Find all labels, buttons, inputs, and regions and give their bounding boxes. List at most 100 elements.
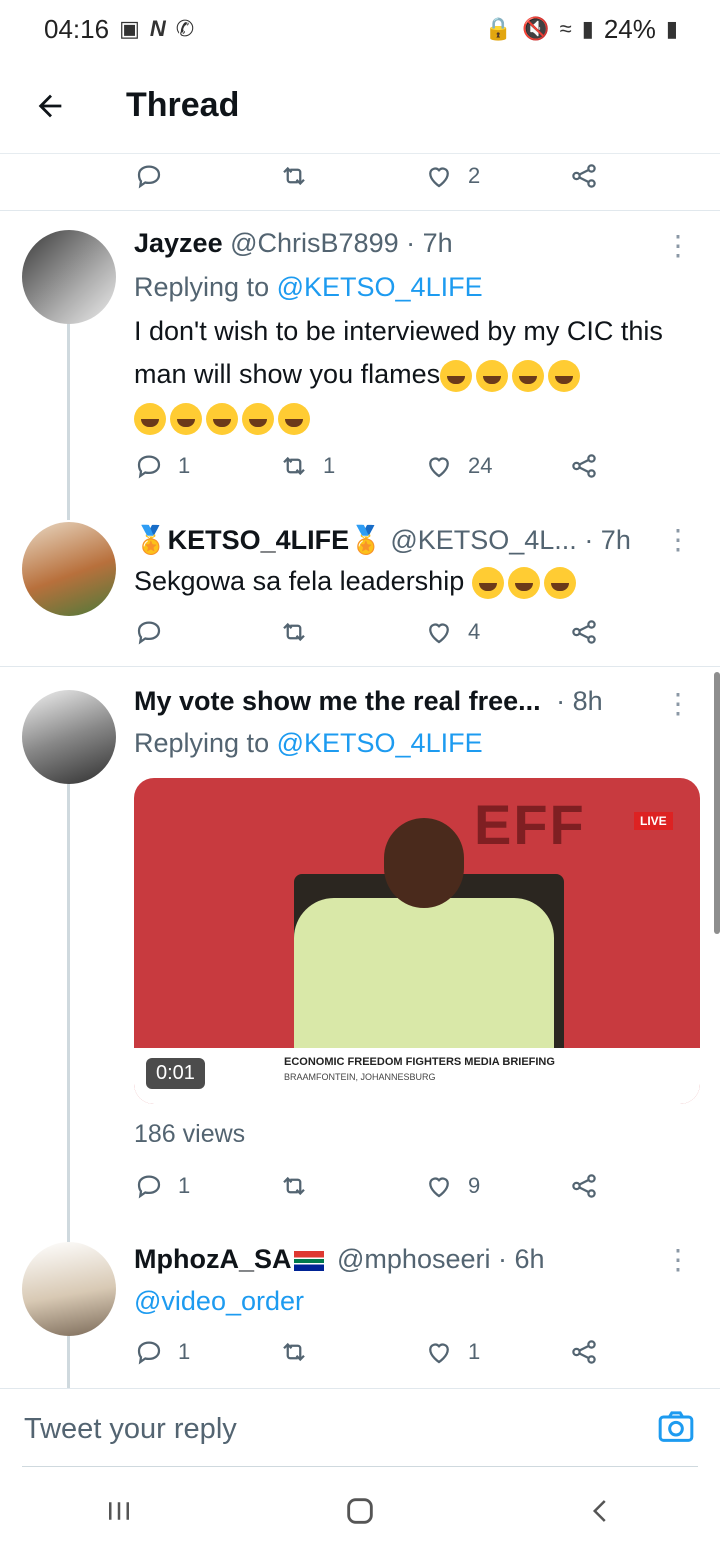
retweet-button[interactable] [279, 161, 424, 191]
tweet-actions: 4 [134, 610, 634, 654]
share-button[interactable] [569, 1171, 599, 1201]
replying-label: Replying to [134, 272, 270, 302]
tweet-header: Jayzee @ChrisB7899 · 7h [134, 228, 453, 259]
more-options-icon[interactable]: ⋮ [664, 232, 692, 260]
avatar[interactable] [22, 230, 116, 324]
retweet-button[interactable] [279, 1337, 424, 1367]
display-name[interactable]: MphozA_SA [134, 1244, 292, 1274]
reply-icon [137, 621, 161, 645]
like-button[interactable]: 9 [424, 1171, 569, 1201]
tweet-body: Sekgowa sa fela leadership [134, 566, 465, 596]
gallery-icon: ▣ [119, 16, 140, 41]
banner-subtitle: BRAAMFONTEIN, JOHANNESBURG [284, 1072, 436, 1082]
south-africa-flag-icon [293, 1250, 324, 1271]
replying-to: Replying to @KETSO_4LIFE [134, 272, 483, 303]
thread-line [67, 322, 70, 520]
recent-apps-icon[interactable] [104, 1496, 134, 1535]
more-options-icon[interactable]: ⋮ [664, 526, 692, 554]
heart-icon [429, 457, 449, 478]
share-icon [572, 164, 596, 188]
battery-icon: ▮ [665, 16, 678, 41]
laughing-emoji-icon [440, 359, 473, 392]
back-arrow-icon[interactable] [20, 76, 80, 136]
like-button[interactable]: 24 [424, 451, 569, 481]
more-options-icon[interactable]: ⋮ [664, 690, 692, 718]
smile-emoji-icon [242, 402, 274, 435]
reply-icon [137, 165, 161, 189]
handle[interactable]: @ChrisB7899 [230, 228, 399, 258]
reply-input[interactable]: Tweet your reply [24, 1413, 237, 1446]
top-app-bar: Thread [0, 58, 720, 154]
home-icon[interactable] [343, 1494, 377, 1537]
mention-link[interactable]: @video_order [134, 1286, 304, 1316]
display-name[interactable]: Jayzee [134, 228, 223, 258]
reply-icon [137, 1175, 161, 1199]
retweet-button[interactable] [279, 617, 424, 647]
signal-icon: ▮ [581, 16, 594, 41]
like-button[interactable]: 4 [424, 617, 569, 647]
share-button[interactable] [569, 1337, 599, 1367]
avatar[interactable] [22, 522, 116, 616]
retweet-icon [283, 166, 305, 186]
handle[interactable]: @mphoseeri [337, 1244, 490, 1274]
whatsapp-icon: ✆ [175, 16, 195, 41]
replying-to: Replying to @KETSO_4LIFE [134, 728, 483, 759]
lock-icon: 🔒 [484, 16, 513, 41]
retweet-count: 1 [323, 453, 336, 478]
video-player[interactable]: EFF LIVE ECONOMIC FREEDOM FIGHTERS MEDIA… [134, 778, 700, 1104]
avatar[interactable] [22, 1242, 116, 1336]
reply-button[interactable]: 1 [134, 1337, 279, 1367]
rofl-emoji-icon [543, 566, 576, 599]
reply-icon [137, 1341, 161, 1365]
wifi-icon: ≈ [559, 16, 572, 41]
tweet-actions: 2 [134, 154, 634, 198]
more-options-icon[interactable]: ⋮ [664, 1246, 692, 1274]
medal-icon: 🏅 [134, 525, 168, 555]
display-name[interactable]: My vote show me the real free... [134, 686, 541, 716]
live-badge: LIVE [634, 812, 673, 830]
view-count: 186 views [134, 1120, 246, 1148]
camera-icon[interactable] [656, 1407, 696, 1452]
reply-underline [22, 1466, 698, 1467]
like-count: 24 [468, 453, 493, 478]
share-button[interactable] [569, 451, 599, 481]
retweet-button[interactable]: 1 [279, 451, 424, 481]
share-button[interactable] [569, 617, 599, 647]
smile-emoji-icon [206, 402, 238, 435]
sweat-smile-emoji-icon [134, 402, 166, 435]
share-button[interactable] [569, 161, 599, 191]
heart-icon [429, 167, 449, 188]
timestamp: · 8h [556, 686, 603, 716]
tweet-actions: 1 9 [134, 1164, 634, 1208]
rofl-emoji-icon [471, 566, 504, 599]
reply-button[interactable] [134, 161, 279, 191]
avatar[interactable] [22, 690, 116, 784]
like-count: 2 [468, 163, 481, 188]
n-icon: N [149, 16, 166, 41]
tweet-text: @video_order [134, 1280, 704, 1323]
like-button[interactable]: 2 [424, 161, 569, 191]
tweet-header: My vote show me the real free... · 8h [134, 686, 603, 717]
like-count: 9 [468, 1173, 481, 1198]
divider [0, 210, 720, 211]
scrollbar[interactable] [714, 672, 720, 934]
handle[interactable]: @KETSO_4L... [390, 525, 576, 555]
reply-button[interactable] [134, 617, 279, 647]
tweet-actions: 1 1 [134, 1330, 634, 1374]
mention-link[interactable]: @KETSO_4LIFE [277, 272, 483, 302]
heart-icon [429, 623, 449, 644]
retweet-icon [283, 622, 305, 642]
replying-label: Replying to [134, 728, 270, 758]
reply-button[interactable]: 1 [134, 451, 279, 481]
back-icon[interactable] [586, 1496, 616, 1535]
retweet-icon [283, 1176, 305, 1196]
retweet-button[interactable] [279, 1171, 424, 1201]
heart-icon [429, 1177, 449, 1198]
mention-link[interactable]: @KETSO_4LIFE [277, 728, 483, 758]
laughing-emoji-icon [476, 359, 509, 392]
reply-button[interactable]: 1 [134, 1171, 279, 1201]
reply-composer: Tweet your reply [0, 1388, 720, 1470]
display-name[interactable]: KETSO_4LIFE [168, 525, 350, 555]
like-button[interactable]: 1 [424, 1337, 569, 1367]
status-bar: 04:16 ▣ N ✆ 🔒 🔇 ≈ ▮ 24% ▮ [0, 0, 720, 58]
